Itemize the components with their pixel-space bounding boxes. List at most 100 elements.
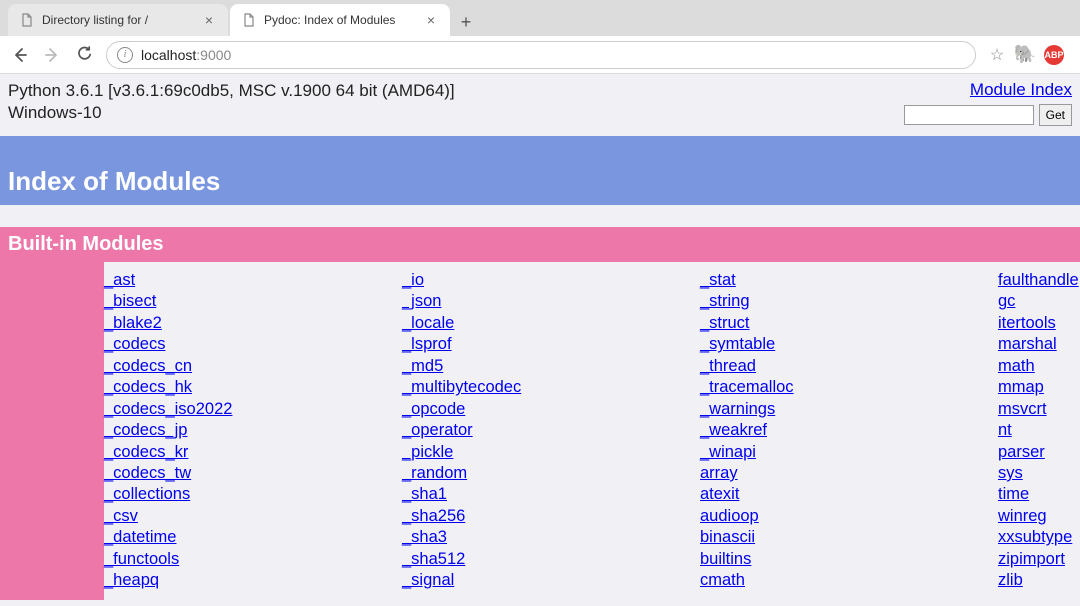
back-button[interactable]	[10, 45, 30, 65]
module-link[interactable]: faulthandle	[998, 270, 1079, 291]
version-info: Python 3.6.1 [v3.6.1:69c0db5, MSC v.1900…	[8, 80, 455, 124]
module-link[interactable]: atexit	[700, 484, 998, 505]
platform-line: Windows-10	[8, 102, 455, 124]
module-link[interactable]: _codecs_iso2022	[104, 399, 402, 420]
module-link[interactable]: _functools	[104, 549, 402, 570]
module-link[interactable]: _pickle	[402, 442, 700, 463]
site-info-icon[interactable]: i	[117, 47, 133, 63]
get-button[interactable]: Get	[1039, 104, 1072, 126]
module-link[interactable]: _codecs_tw	[104, 463, 402, 484]
tab-title: Directory listing for /	[42, 13, 202, 27]
module-link[interactable]: _random	[402, 463, 700, 484]
module-link[interactable]: binascii	[700, 527, 998, 548]
close-icon[interactable]: ×	[202, 13, 216, 27]
module-link[interactable]: _md5	[402, 356, 700, 377]
module-link[interactable]: _codecs_cn	[104, 356, 402, 377]
module-link[interactable]: _datetime	[104, 527, 402, 548]
module-index-link[interactable]: Module Index	[970, 80, 1072, 99]
module-link[interactable]: _bisect	[104, 291, 402, 312]
module-link[interactable]: _codecs	[104, 334, 402, 355]
module-link[interactable]: zlib	[998, 570, 1079, 591]
module-link[interactable]: marshal	[998, 334, 1079, 355]
adblock-extension-icon[interactable]: ABP	[1044, 45, 1064, 65]
module-link[interactable]: _sha512	[402, 549, 700, 570]
forward-button[interactable]	[42, 45, 62, 65]
module-link[interactable]: _csv	[104, 506, 402, 527]
url-host: localhost	[141, 47, 196, 63]
module-link[interactable]: _blake2	[104, 313, 402, 334]
module-link[interactable]: gc	[998, 291, 1079, 312]
new-tab-button[interactable]: +	[452, 8, 480, 36]
module-link[interactable]: time	[998, 484, 1079, 505]
close-icon[interactable]: ×	[424, 13, 438, 27]
module-link[interactable]: _collections	[104, 484, 402, 505]
module-link[interactable]: _codecs_jp	[104, 420, 402, 441]
module-link[interactable]: mmap	[998, 377, 1079, 398]
module-link[interactable]: sys	[998, 463, 1079, 484]
module-link[interactable]: _symtable	[700, 334, 998, 355]
module-link[interactable]: _json	[402, 291, 700, 312]
module-link[interactable]: _struct	[700, 313, 998, 334]
module-link[interactable]: _sha3	[402, 527, 700, 548]
module-link[interactable]: _codecs_kr	[104, 442, 402, 463]
addr-right-section: ☆ 🐘 ABP	[988, 45, 1070, 65]
tab-bar: Directory listing for / × Pydoc: Index o…	[0, 0, 1080, 36]
module-link[interactable]: _warnings	[700, 399, 998, 420]
browser-chrome: Directory listing for / × Pydoc: Index o…	[0, 0, 1080, 74]
module-link[interactable]: cmath	[700, 570, 998, 591]
search-row: Get	[904, 104, 1072, 126]
module-link[interactable]: _sha1	[402, 484, 700, 505]
module-col-4: faulthandlegcitertoolsmarshalmathmmapmsv…	[998, 270, 1079, 592]
builtin-modules-title: Built-in Modules	[0, 227, 1080, 262]
url-input[interactable]: i localhost:9000	[106, 41, 976, 69]
module-link[interactable]: winreg	[998, 506, 1079, 527]
module-link[interactable]: _heapq	[104, 570, 402, 591]
module-link[interactable]: _tracemalloc	[700, 377, 998, 398]
module-link[interactable]: _ast	[104, 270, 402, 291]
module-link[interactable]: audioop	[700, 506, 998, 527]
builtin-modules-body: _ast_bisect_blake2_codecs_codecs_cn_code…	[104, 262, 1080, 600]
top-info-row: Python 3.6.1 [v3.6.1:69c0db5, MSC v.1900…	[0, 74, 1080, 130]
module-link[interactable]: _sha256	[402, 506, 700, 527]
module-link[interactable]: _opcode	[402, 399, 700, 420]
module-link[interactable]: _weakref	[700, 420, 998, 441]
arrow-left-icon	[11, 46, 29, 64]
tab-directory-listing[interactable]: Directory listing for / ×	[8, 4, 228, 36]
module-link[interactable]: msvcrt	[998, 399, 1079, 420]
search-input[interactable]	[904, 105, 1034, 125]
module-link[interactable]: _string	[700, 291, 998, 312]
module-link[interactable]: _multibytecodec	[402, 377, 700, 398]
module-link[interactable]: _signal	[402, 570, 700, 591]
module-link[interactable]: parser	[998, 442, 1079, 463]
builtin-modules-section: Built-in Modules _ast_bisect_blake2_code…	[0, 227, 1080, 600]
tab-pydoc-index[interactable]: Pydoc: Index of Modules ×	[230, 4, 450, 36]
module-link[interactable]: builtins	[700, 549, 998, 570]
page-content: Python 3.6.1 [v3.6.1:69c0db5, MSC v.1900…	[0, 74, 1080, 600]
module-link[interactable]: _winapi	[700, 442, 998, 463]
module-col-3: _stat_string_struct_symtable_thread_trac…	[700, 270, 998, 592]
module-link[interactable]: _lsprof	[402, 334, 700, 355]
module-link[interactable]: _operator	[402, 420, 700, 441]
python-version-line: Python 3.6.1 [v3.6.1:69c0db5, MSC v.1900…	[8, 80, 455, 102]
module-link[interactable]: xxsubtype	[998, 527, 1079, 548]
index-of-modules-header: Index of Modules	[0, 136, 1080, 205]
module-link[interactable]: array	[700, 463, 998, 484]
tab-title: Pydoc: Index of Modules	[264, 13, 424, 27]
reload-button[interactable]	[74, 45, 94, 65]
module-link[interactable]: itertools	[998, 313, 1079, 334]
module-link[interactable]: math	[998, 356, 1079, 377]
bookmark-star-icon[interactable]: ☆	[988, 46, 1006, 64]
module-link[interactable]: _codecs_hk	[104, 377, 402, 398]
arrow-right-icon	[43, 46, 61, 64]
top-right-controls: Module Index Get	[904, 80, 1072, 126]
module-link[interactable]: _io	[402, 270, 700, 291]
evernote-extension-icon[interactable]: 🐘	[1016, 46, 1034, 64]
document-icon	[20, 13, 34, 27]
module-col-2: _io_json_locale_lsprof_md5_multibytecode…	[402, 270, 700, 592]
module-link[interactable]: nt	[998, 420, 1079, 441]
module-link[interactable]: _thread	[700, 356, 998, 377]
module-link[interactable]: _stat	[700, 270, 998, 291]
url-port: :9000	[196, 47, 231, 63]
module-link[interactable]: _locale	[402, 313, 700, 334]
module-link[interactable]: zipimport	[998, 549, 1079, 570]
